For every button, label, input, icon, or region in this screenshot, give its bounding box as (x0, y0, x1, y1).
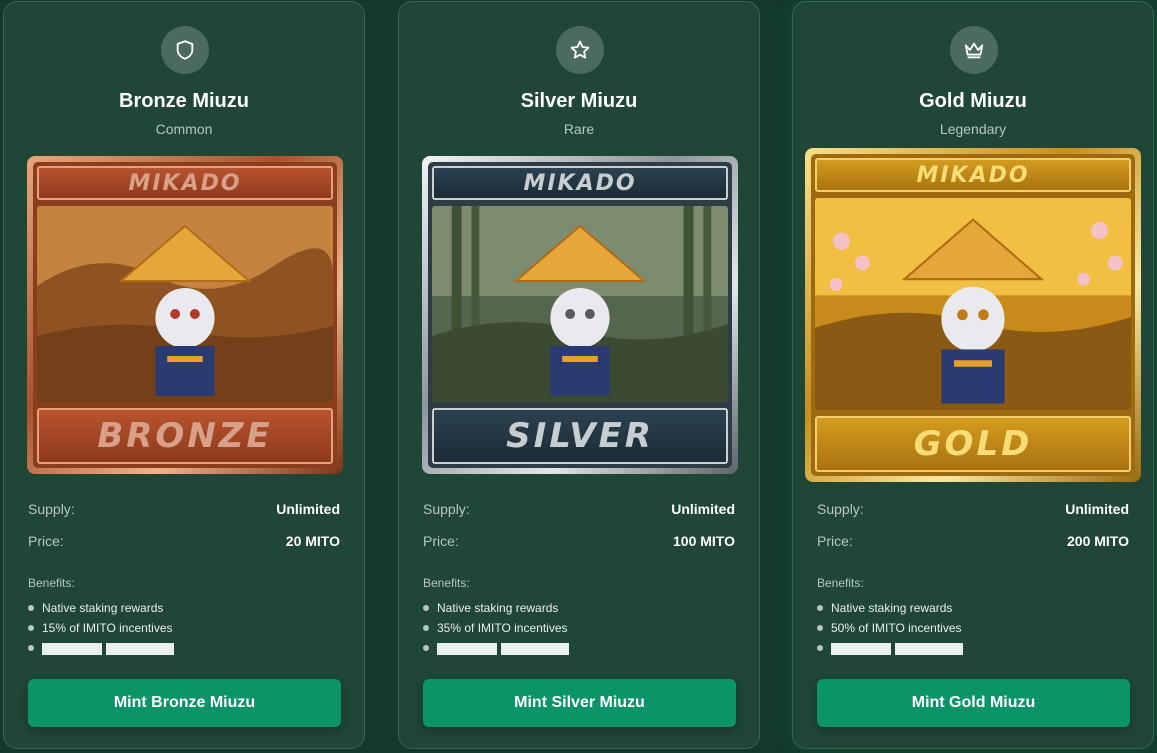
benefit-item-redacted (817, 638, 967, 658)
redacted-block (501, 642, 569, 655)
card-title: Silver Miuzu (520, 90, 638, 112)
star-icon (556, 26, 604, 74)
benefits-list: Native staking rewards 15% of IMITO ince… (28, 598, 178, 658)
card-title: Bronze Miuzu (119, 90, 249, 112)
cat-illustration (432, 206, 728, 402)
nft-card-bronze: Bronze Miuzu Common MIKADO BRONZE Supply… (3, 1, 365, 749)
price-value: 20 MITO (285, 533, 340, 549)
nft-artwork: MIKADO SILVER (422, 156, 738, 474)
rarity-label: Legendary (939, 121, 1007, 137)
bullet-icon (817, 605, 823, 611)
shield-icon (161, 26, 209, 74)
art-footer-text: SILVER (432, 408, 728, 464)
supply-row: Supply: Unlimited (28, 501, 340, 517)
benefit-item: Native staking rewards (817, 598, 967, 618)
bullet-icon (423, 645, 429, 651)
rarity-label: Rare (563, 121, 595, 137)
supply-row: Supply: Unlimited (423, 501, 735, 517)
benefit-item: 50% of IMITO incentives (817, 618, 967, 638)
card-title: Gold Miuzu (919, 90, 1027, 112)
art-footer-text: BRONZE (37, 408, 333, 464)
supply-value: Unlimited (1065, 501, 1129, 517)
benefit-item: Native staking rewards (28, 598, 178, 618)
cat-illustration (815, 198, 1131, 410)
bullet-icon (423, 605, 429, 611)
crown-icon (950, 26, 998, 74)
redacted-block (42, 642, 102, 655)
redacted-block (895, 642, 963, 655)
price-label: Price: (423, 533, 459, 549)
mint-silver-button[interactable]: Mint Silver Miuzu (423, 679, 736, 727)
benefits-heading: Benefits: (28, 576, 75, 590)
art-header-text: MIKADO (432, 166, 728, 200)
rarity-label: Common (155, 121, 213, 137)
nft-artwork: MIKADO GOLD (805, 148, 1141, 482)
price-row: Price: 200 MITO (817, 533, 1129, 549)
price-label: Price: (817, 533, 853, 549)
supply-label: Supply: (817, 501, 864, 517)
price-row: Price: 100 MITO (423, 533, 735, 549)
benefit-item-redacted (423, 638, 573, 658)
bullet-icon (28, 645, 34, 651)
redacted-block (106, 642, 174, 655)
bullet-icon (28, 625, 34, 631)
art-header-text: MIKADO (815, 158, 1131, 192)
benefits-list: Native staking rewards 50% of IMITO ince… (817, 598, 967, 658)
supply-value: Unlimited (276, 501, 340, 517)
benefit-item: Native staking rewards (423, 598, 573, 618)
bullet-icon (817, 645, 823, 651)
benefit-item: 15% of IMITO incentives (28, 618, 178, 638)
benefits-heading: Benefits: (817, 576, 864, 590)
benefit-item: 35% of IMITO incentives (423, 618, 573, 638)
mint-gold-button[interactable]: Mint Gold Miuzu (817, 679, 1130, 727)
supply-label: Supply: (28, 501, 75, 517)
benefits-list: Native staking rewards 35% of IMITO ince… (423, 598, 573, 658)
benefits-heading: Benefits: (423, 576, 470, 590)
redacted-block (437, 642, 497, 655)
mint-bronze-button[interactable]: Mint Bronze Miuzu (28, 679, 341, 727)
price-label: Price: (28, 533, 64, 549)
supply-value: Unlimited (671, 501, 735, 517)
supply-label: Supply: (423, 501, 470, 517)
supply-row: Supply: Unlimited (817, 501, 1129, 517)
cat-illustration (37, 206, 333, 402)
price-row: Price: 20 MITO (28, 533, 340, 549)
bullet-icon (817, 625, 823, 631)
bullet-icon (423, 625, 429, 631)
art-footer-text: GOLD (815, 416, 1131, 472)
price-value: 100 MITO (673, 533, 735, 549)
redacted-block (831, 642, 891, 655)
benefit-item-redacted (28, 638, 178, 658)
price-value: 200 MITO (1067, 533, 1129, 549)
nft-artwork: MIKADO BRONZE (27, 156, 343, 474)
nft-card-gold: Gold Miuzu Legendary MIKADO GOLD Supply:… (792, 1, 1154, 749)
bullet-icon (28, 605, 34, 611)
nft-card-silver: Silver Miuzu Rare MIKADO SILVER Supply: … (398, 1, 760, 749)
art-header-text: MIKADO (37, 166, 333, 200)
